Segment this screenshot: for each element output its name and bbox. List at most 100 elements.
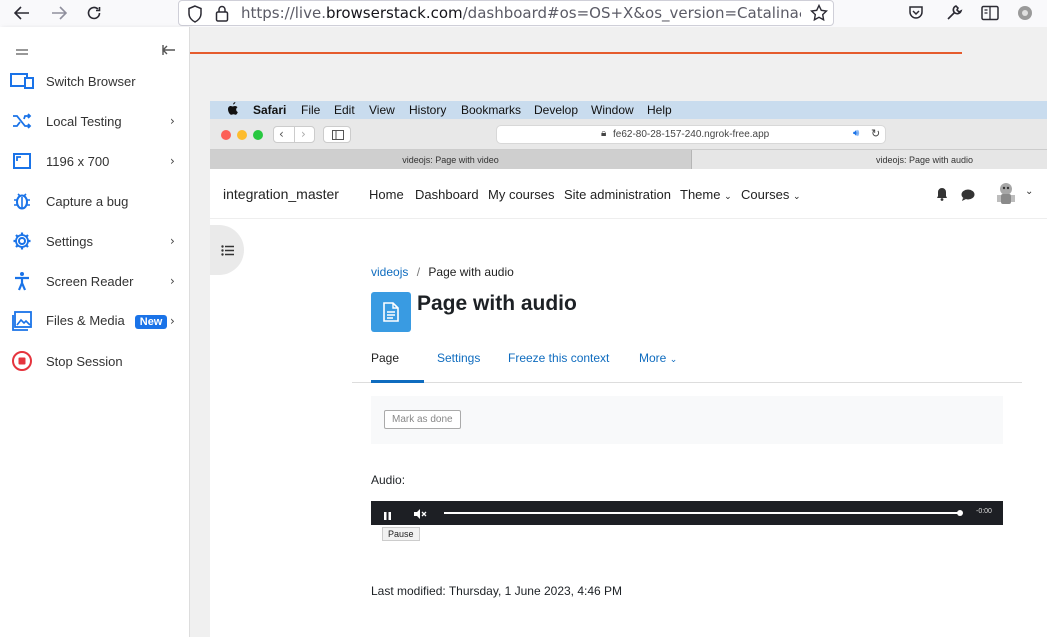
last-modified: Last modified: Thursday, 1 June 2023, 4:… bbox=[371, 584, 623, 598]
menu-file[interactable]: File bbox=[301, 103, 320, 117]
nav-my-courses[interactable]: My courses bbox=[488, 187, 554, 202]
local-testing-button[interactable]: Local Testing › bbox=[0, 101, 190, 141]
nav-dashboard[interactable]: Dashboard bbox=[415, 187, 479, 202]
switch-browser-label: Switch Browser bbox=[46, 73, 136, 89]
resolution-button[interactable]: 1196 x 700 › bbox=[0, 141, 190, 181]
shield-icon[interactable] bbox=[187, 5, 203, 27]
nav-site-administration[interactable]: Site administration bbox=[564, 187, 671, 202]
menu-help[interactable]: Help bbox=[647, 103, 672, 117]
chevron-right-icon: › bbox=[170, 314, 175, 328]
bookmark-star-icon[interactable] bbox=[809, 3, 829, 26]
seek-handle[interactable] bbox=[957, 510, 963, 516]
settings-button[interactable]: Settings › bbox=[0, 221, 190, 261]
resolution-label: 1196 x 700 bbox=[46, 153, 110, 169]
apple-icon[interactable] bbox=[227, 102, 238, 118]
menu-window[interactable]: Window bbox=[591, 103, 634, 117]
minimize-window-button[interactable] bbox=[237, 130, 247, 140]
audio-player[interactable]: -0:00 bbox=[371, 501, 1003, 525]
course-index-toggle[interactable] bbox=[210, 225, 244, 275]
wrench-icon[interactable] bbox=[945, 4, 963, 26]
tab-more-label: More bbox=[639, 351, 667, 365]
stop-session-button[interactable]: Stop Session bbox=[0, 341, 190, 381]
chevron-down-icon: ⌄ bbox=[724, 191, 732, 201]
stop-session-label: Stop Session bbox=[46, 353, 123, 369]
url-bar[interactable]: https://live.browserstack.com/dashboard#… bbox=[178, 0, 834, 26]
audio-playing-icon[interactable]: 🔊︎ bbox=[853, 128, 859, 139]
progress-line bbox=[190, 52, 962, 54]
remaining-time: -0:00 bbox=[976, 508, 992, 515]
back-icon[interactable]: ‹ bbox=[279, 127, 284, 141]
browser-toolbar: https://live.browserstack.com/dashboard#… bbox=[0, 0, 1047, 27]
tab-settings[interactable]: Settings bbox=[437, 351, 480, 365]
switch-browser-button[interactable]: Switch Browser bbox=[0, 61, 190, 101]
pocket-icon[interactable] bbox=[908, 5, 924, 25]
extension-icon[interactable] bbox=[1016, 4, 1034, 26]
safari-address-bar[interactable]: 🔒︎ fe62-80-28-157-240.ngrok-free.app 🔊︎ … bbox=[496, 125, 886, 144]
chevron-down-icon[interactable]: ⌄ bbox=[1025, 186, 1033, 197]
bug-icon bbox=[10, 189, 34, 213]
screen-reader-button[interactable]: Screen Reader › bbox=[0, 261, 190, 301]
menu-develop[interactable]: Develop bbox=[534, 103, 578, 117]
tab-label: videojs: Page with video bbox=[402, 154, 499, 165]
tab-freeze-context[interactable]: Freeze this context bbox=[508, 351, 609, 365]
avatar[interactable] bbox=[992, 180, 1020, 213]
back-forward-group: ‹ › bbox=[273, 126, 315, 143]
pause-tooltip: Pause bbox=[382, 527, 420, 541]
chevron-down-icon: ⌄ bbox=[793, 191, 801, 201]
tab-page-with-video[interactable]: videojs: Page with video bbox=[210, 150, 691, 169]
collapse-sidebar-icon[interactable] bbox=[162, 40, 176, 59]
secondary-nav: Page Settings Freeze this context More ⌄ bbox=[352, 339, 1022, 383]
mute-icon[interactable] bbox=[413, 507, 427, 525]
pause-icon[interactable] bbox=[383, 508, 392, 526]
settings-label: Settings bbox=[46, 233, 93, 249]
menu-icon[interactable] bbox=[15, 41, 29, 60]
mark-as-done-button[interactable]: Mark as done bbox=[384, 410, 461, 429]
nav-courses[interactable]: Courses ⌄ bbox=[741, 187, 801, 202]
switch-browser-icon bbox=[10, 69, 34, 93]
page-title: Page with audio bbox=[417, 292, 577, 315]
chevron-right-icon: › bbox=[170, 114, 175, 128]
back-icon[interactable] bbox=[11, 3, 33, 23]
menu-bookmarks[interactable]: Bookmarks bbox=[461, 103, 521, 117]
menu-history[interactable]: History bbox=[409, 103, 446, 117]
forward-icon[interactable]: › bbox=[301, 127, 306, 141]
menu-app-safari[interactable]: Safari bbox=[253, 103, 286, 117]
close-window-button[interactable] bbox=[221, 130, 231, 140]
forward-icon[interactable] bbox=[48, 3, 70, 23]
nav-home[interactable]: Home bbox=[369, 187, 404, 202]
chevron-right-icon: › bbox=[170, 234, 175, 248]
divider bbox=[294, 127, 295, 142]
capture-bug-button[interactable]: Capture a bug bbox=[0, 181, 190, 221]
notifications-bell-icon[interactable] bbox=[936, 187, 948, 206]
sidebar-toggle-button[interactable] bbox=[323, 126, 351, 143]
reload-icon[interactable] bbox=[83, 3, 105, 23]
menu-view[interactable]: View bbox=[369, 103, 395, 117]
tab-page-with-audio[interactable]: videojs: Page with audio bbox=[691, 150, 1047, 169]
breadcrumb-link-videojs[interactable]: videojs bbox=[371, 265, 408, 279]
stop-icon bbox=[10, 349, 34, 373]
url-text: https://live.browserstack.com/dashboard#… bbox=[241, 4, 801, 22]
nav-theme[interactable]: Theme ⌄ bbox=[680, 187, 732, 202]
sidebar-icon bbox=[332, 130, 344, 140]
browserstack-sidebar: Switch Browser Local Testing › 1196 x 70… bbox=[0, 27, 190, 637]
seek-bar[interactable] bbox=[444, 512, 962, 514]
url-prefix: https://live. bbox=[241, 4, 326, 22]
site-brand[interactable]: integration_master bbox=[223, 186, 339, 202]
breadcrumb-current: Page with audio bbox=[428, 265, 514, 279]
lock-icon[interactable] bbox=[215, 5, 229, 26]
reload-icon[interactable]: ↻ bbox=[871, 127, 880, 140]
messages-icon[interactable] bbox=[961, 188, 975, 206]
tab-label: videojs: Page with audio bbox=[875, 154, 974, 165]
safari-toolbar: ‹ › 🔒︎ fe62-80-28-157-240.ngrok-free.app… bbox=[210, 119, 1047, 150]
mac-menubar: Safari File Edit View History Bookmarks … bbox=[210, 101, 1047, 119]
chevron-right-icon: › bbox=[170, 274, 175, 288]
reader-view-icon[interactable] bbox=[981, 5, 999, 25]
menu-edit[interactable]: Edit bbox=[334, 103, 355, 117]
safari-url-text: fe62-80-28-157-240.ngrok-free.app bbox=[613, 129, 770, 140]
tab-more[interactable]: More ⌄ bbox=[639, 351, 677, 365]
files-media-button[interactable]: Files & Media New › bbox=[0, 301, 190, 341]
new-badge: New bbox=[134, 315, 168, 329]
zoom-window-button[interactable] bbox=[253, 130, 263, 140]
tab-page[interactable]: Page bbox=[371, 351, 399, 365]
nav-courses-label: Courses bbox=[741, 187, 790, 202]
